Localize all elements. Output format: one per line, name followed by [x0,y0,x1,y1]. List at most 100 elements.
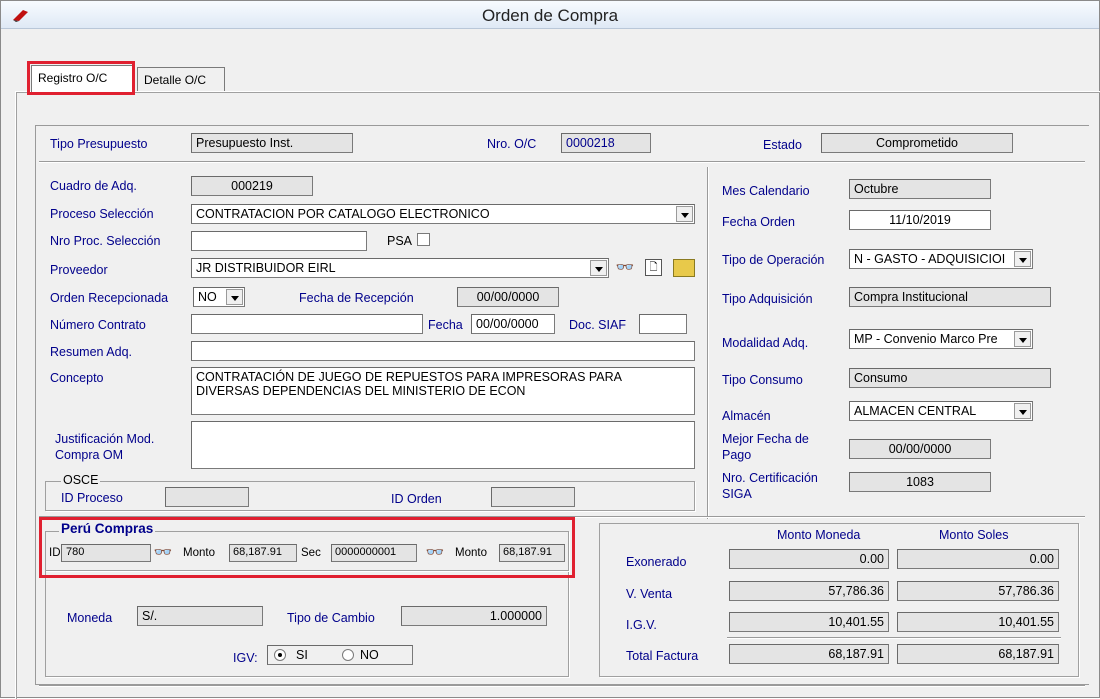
concepto-textarea[interactable]: CONTRATACIÓN DE JUEGO DE REPUESTOS PARA … [191,367,695,415]
fecha-input[interactable]: 00/00/0000 [471,314,555,334]
proceso-select[interactable]: CONTRATACION POR CATALOGO ELECTRONICO [191,204,695,224]
nro-proc-input[interactable] [191,231,367,251]
tipo-operacion-value: N - GASTO - ADQUISICIOI [854,252,1006,266]
folder-icon[interactable] [673,259,695,277]
tipo-adq-field: Compra Institucional [849,287,1051,307]
almacen-label: Almacén [722,409,771,423]
total-factura-moneda: 68,187.91 [729,644,889,664]
chevron-down-icon[interactable] [1014,251,1031,267]
exonerado-label: Exonerado [626,555,687,569]
igv-no-label: NO [360,648,379,662]
igv-label: IGV: [233,651,258,665]
justificacion-label-2: Compra OM [55,448,124,462]
igv-moneda: 10,401.55 [729,612,889,632]
window: Orden de Compra Registro O/C Detalle O/C… [0,0,1100,699]
mejor-fecha-field: 00/00/0000 [849,439,991,459]
numero-contrato-input[interactable] [191,314,423,334]
moneda-label: Moneda [67,611,113,625]
cuadro-label: Cuadro de Adq. [50,179,137,193]
igv-soles: 10,401.55 [897,612,1059,632]
tipo-consumo-label: Tipo Consumo [722,373,803,387]
almacen-value: ALMACEN CENTRAL [854,404,977,418]
tipo-presupuesto-field: Presupuesto Inst. [191,133,353,153]
tipo-consumo-field: Consumo [849,368,1051,388]
col-monto-soles: Monto Soles [939,528,1009,542]
fecha-label: Fecha [428,318,463,332]
divider [39,161,1085,163]
peru-compras-highlight [39,517,575,578]
igv-no-radio[interactable] [342,649,354,661]
fecha-recep-field: 00/00/0000 [457,287,559,307]
column-divider [707,167,709,519]
fecha-orden-input[interactable]: 11/10/2019 [849,210,991,230]
mejor-fecha-label-2: Pago [722,448,752,462]
modalidad-label: Modalidad Adq. [722,336,809,350]
fecha-orden-label: Fecha Orden [722,215,795,229]
orden-recep-value: NO [198,290,217,304]
certificacion-field: 1083 [849,472,991,492]
divider [39,685,1085,687]
tab-highlight [27,61,135,95]
tipo-operacion-select[interactable]: N - GASTO - ADQUISICIOI [849,249,1033,269]
totals-divider [727,637,1061,639]
psa-checkbox[interactable] [417,233,430,246]
mes-label: Mes Calendario [722,184,810,198]
chevron-down-icon[interactable] [676,206,693,222]
v-venta-label: V. Venta [626,587,673,601]
proceso-value: CONTRATACION POR CATALOGO ELECTRONICO [196,207,490,221]
certificacion-label: Nro. Certificación [722,471,818,485]
tipo-presupuesto-label: Tipo Presupuesto [50,137,148,151]
doc-siaf-label: Doc. SIAF [569,318,626,332]
modalidad-select[interactable]: MP - Convenio Marco Pre [849,329,1033,349]
tab-label: Detalle O/C [144,73,207,87]
tipo-cambio-field: 1.000000 [401,606,547,626]
orden-recep-select[interactable]: NO [193,287,245,307]
proveedor-value: JR DISTRIBUIDOR EIRL [196,261,336,275]
doc-siaf-input[interactable] [639,314,687,334]
v-venta-moneda: 57,786.36 [729,581,889,601]
osce-title: OSCE [61,473,101,487]
igv-si-radio[interactable] [274,649,286,661]
id-proceso-label: ID Proceso [61,491,123,505]
tab-detalle-oc[interactable]: Detalle O/C [137,67,225,91]
modalidad-value: MP - Convenio Marco Pre [854,332,998,346]
col-monto-moneda: Monto Moneda [777,528,861,542]
estado-field: Comprometido [821,133,1013,153]
igv-radio-group: SI NO [267,645,413,665]
tipo-operacion-label: Tipo de Operación [722,253,825,267]
proveedor-select[interactable]: JR DISTRIBUIDOR EIRL [191,258,609,278]
id-orden-field [491,487,575,507]
total-factura-label: Total Factura [626,649,699,663]
resumen-label: Resumen Adq. [50,345,132,359]
igv-si-label: SI [296,648,308,662]
title-bar: Orden de Compra [1,1,1099,29]
tipo-cambio-label: Tipo de Cambio [287,611,375,625]
exonerado-moneda: 0.00 [729,549,889,569]
justificacion-label: Justificación Mod. [55,432,155,446]
chevron-down-icon[interactable] [1014,331,1031,347]
binoculars-icon[interactable]: 👓 [615,258,635,278]
nro-oc-field: 0000218 [561,133,651,153]
certificacion-label-2: SIGA [722,487,752,501]
numero-contrato-label: Número Contrato [50,318,146,332]
exonerado-soles: 0.00 [897,549,1059,569]
cuadro-field: 000219 [191,176,313,196]
chevron-down-icon[interactable] [226,289,243,305]
almacen-select[interactable]: ALMACEN CENTRAL [849,401,1033,421]
proveedor-label: Proveedor [50,263,108,277]
igv-total-label: I.G.V. [626,618,657,632]
proceso-label: Proceso Selección [50,207,154,221]
chevron-down-icon[interactable] [590,260,607,276]
total-factura-soles: 68,187.91 [897,644,1059,664]
estado-label: Estado [763,138,802,152]
v-venta-soles: 57,786.36 [897,581,1059,601]
id-proceso-field [165,487,249,507]
tipo-adq-label: Tipo Adquisición [722,292,813,306]
new-document-icon[interactable]: 🗋 [645,259,662,276]
nro-proc-label: Nro Proc. Selección [50,234,161,248]
window-title: Orden de Compra [481,6,619,25]
chevron-down-icon[interactable] [1014,403,1031,419]
justificacion-textarea[interactable] [191,421,695,469]
resumen-input[interactable] [191,341,695,361]
concepto-line: CONTRATACIÓN DE JUEGO DE REPUESTOS PARA … [196,370,623,384]
